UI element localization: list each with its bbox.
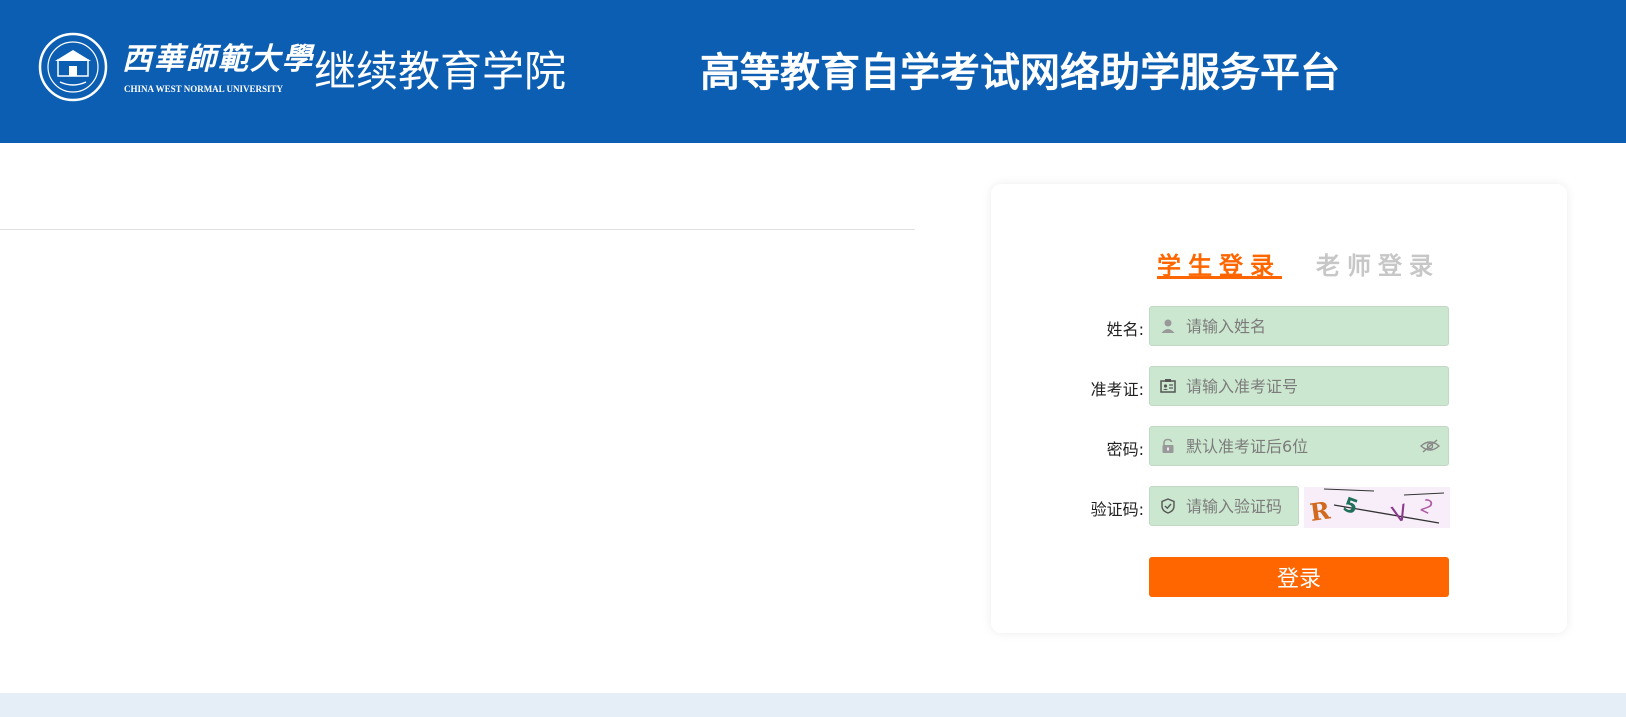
svg-text:V: V (1389, 501, 1410, 528)
password-label: 密码: (1106, 440, 1144, 459)
login-card: 学生登录 老师登录 姓名: 准考证: 密码: (991, 184, 1567, 633)
university-name-cn: 西華師範大學 (122, 42, 314, 77)
captcha-field-wrapper (1149, 486, 1299, 526)
name-label: 姓名: (1106, 320, 1144, 339)
captcha-image[interactable]: R 5 V 2 (1304, 487, 1450, 528)
svg-text:2: 2 (1417, 495, 1436, 519)
university-name-en: CHINA WEST NORMAL UNIVERSITY (124, 84, 283, 94)
id-card-icon (1160, 379, 1176, 393)
lock-icon (1162, 438, 1174, 453)
captcha-label: 验证码: (1090, 500, 1144, 519)
name-field-wrapper (1149, 306, 1449, 346)
footer-bar (0, 693, 1626, 717)
exam-id-label: 准考证: (1090, 380, 1144, 399)
svg-text:5: 5 (1340, 492, 1361, 519)
login-button[interactable]: 登录 (1149, 557, 1449, 597)
password-field-wrapper (1149, 426, 1449, 466)
captcha-input[interactable] (1186, 487, 1294, 525)
eye-icon[interactable] (1420, 438, 1440, 454)
shield-icon (1161, 498, 1175, 514)
header-bar: 西華師範大學 CHINA WEST NORMAL UNIVERSITY 继续教育… (0, 0, 1626, 143)
user-icon (1161, 319, 1175, 333)
password-input[interactable] (1186, 427, 1416, 465)
content-divider (0, 229, 915, 230)
university-emblem-icon (38, 32, 108, 102)
exam-id-field-wrapper (1149, 366, 1449, 406)
active-tab-indicator (1157, 276, 1282, 279)
college-name: 继续教育学院 (314, 47, 567, 96)
svg-text:R: R (1308, 495, 1333, 527)
tab-teacher-login[interactable]: 老师登录 (1316, 246, 1440, 281)
exam-id-input[interactable] (1186, 367, 1416, 405)
platform-title: 高等教育自学考试网络助学服务平台 (700, 50, 1340, 96)
name-input[interactable] (1186, 307, 1416, 345)
